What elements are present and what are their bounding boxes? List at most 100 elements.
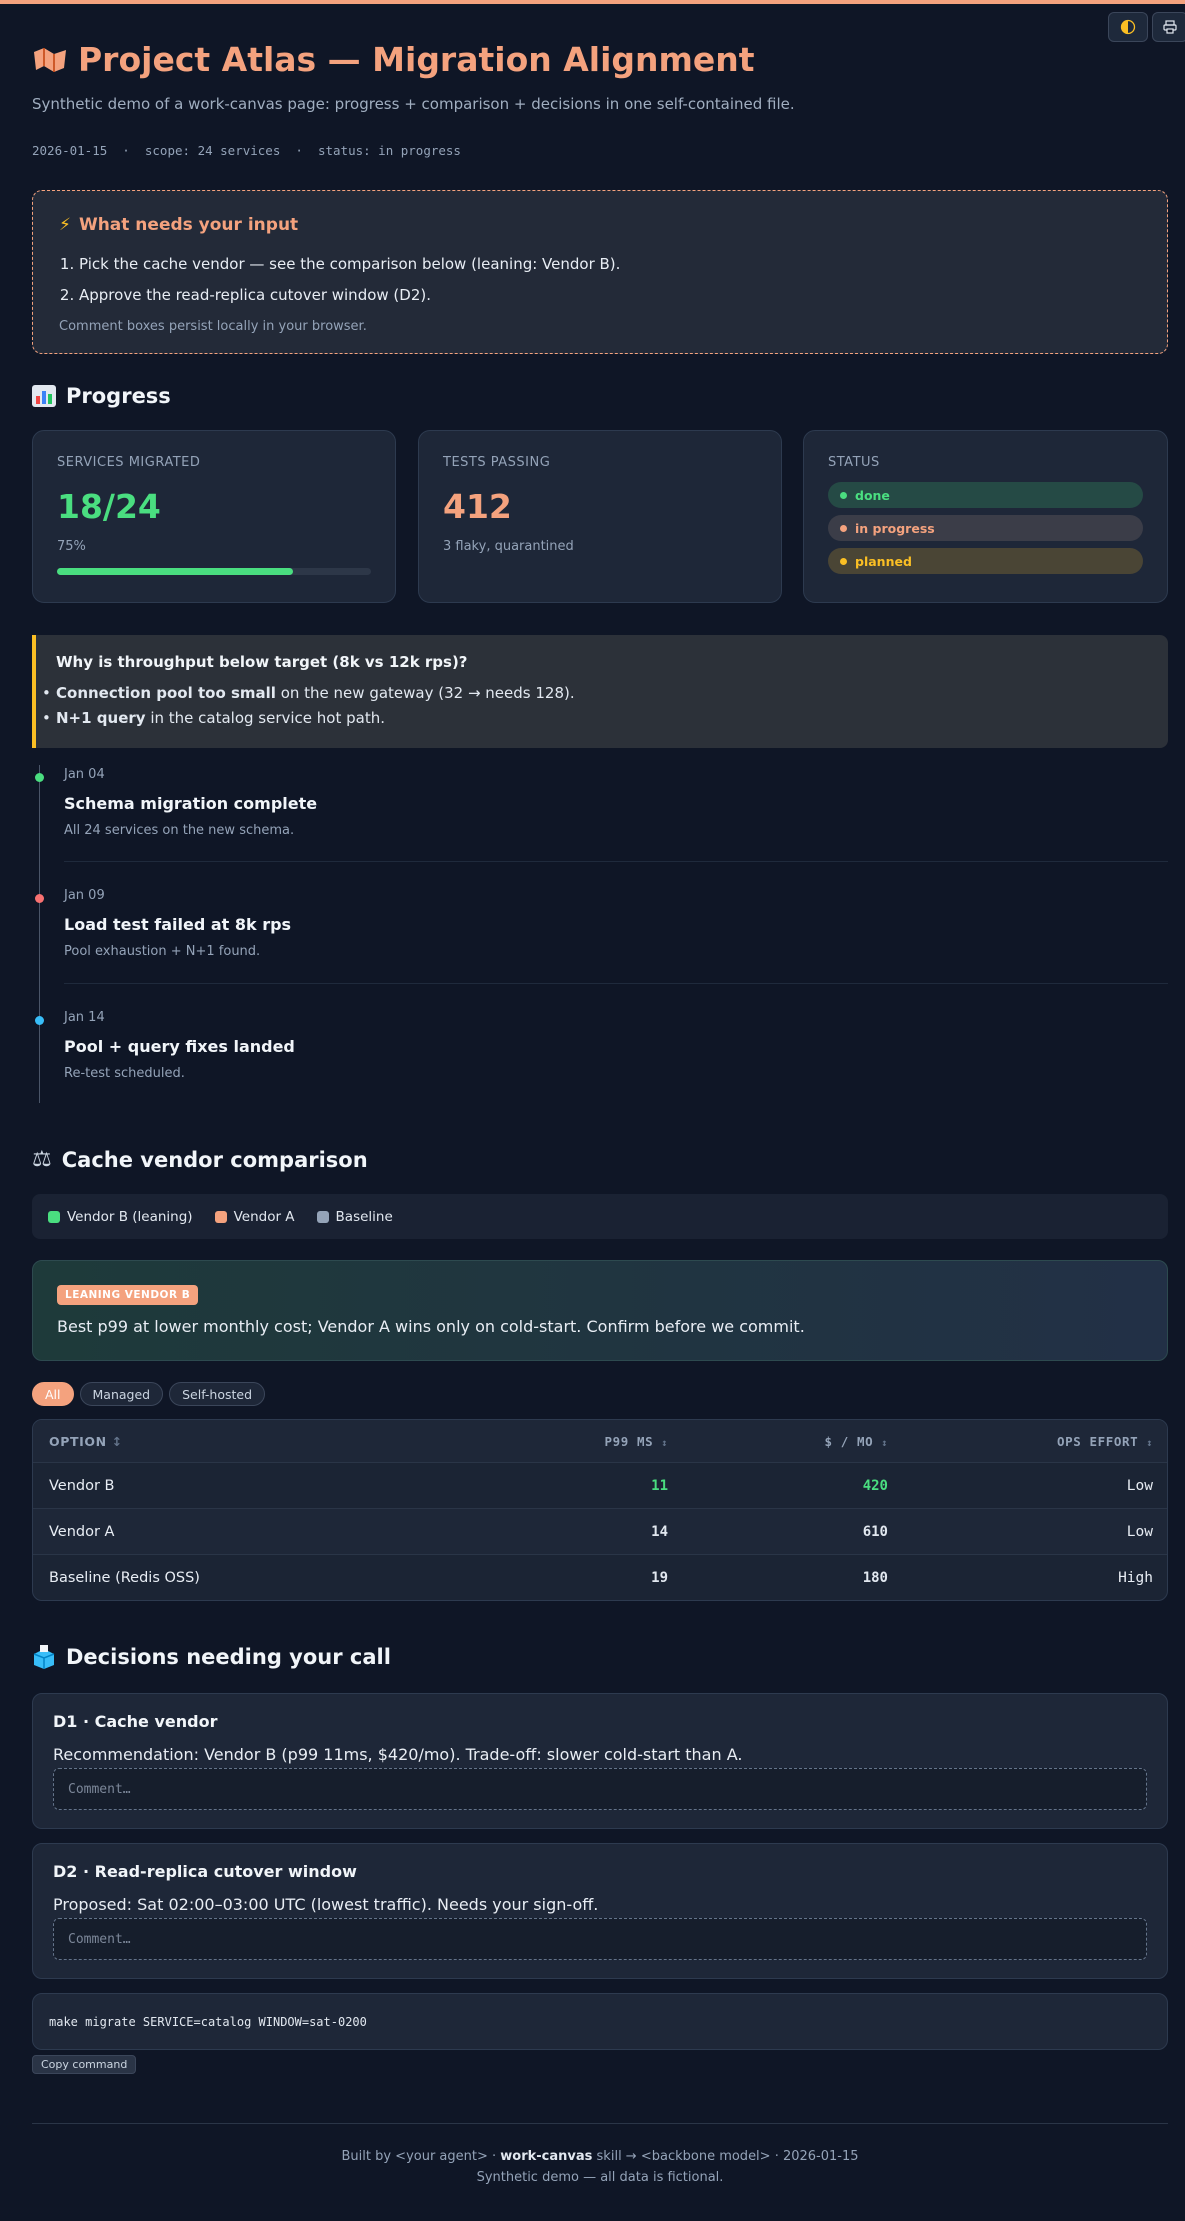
cell-cost: 420 xyxy=(862,1477,888,1494)
input-note: Comment boxes persist locally in your br… xyxy=(59,319,367,334)
progress-bar xyxy=(57,568,371,575)
cause-item: N+1 query in the catalog service hot pat… xyxy=(42,706,1148,731)
ballot-box-icon xyxy=(33,1645,55,1669)
table-row: Vendor B 11 420 Low xyxy=(33,1463,1167,1509)
timeline-dot xyxy=(35,894,44,903)
timeline-dot xyxy=(35,773,44,782)
tests-passing-note: 3 flaky, quarantined xyxy=(443,539,574,554)
cell-cost: 180 xyxy=(862,1570,888,1586)
decisions-heading: Decisions needing your call xyxy=(32,1645,391,1669)
sort-icon: ↕ xyxy=(661,1437,668,1449)
timeline-item: Jan 14 Pool + query fixes landed Re-test… xyxy=(64,1010,1168,1081)
status-pill-label: done xyxy=(855,487,890,503)
column-header-p99[interactable]: P99 MS ↕ xyxy=(433,1434,668,1449)
timeline-desc: Re-test scheduled. xyxy=(64,1066,185,1081)
legend-swatch xyxy=(48,1210,60,1223)
cause-item: Connection pool too small on the new gat… xyxy=(42,681,1148,706)
cause-bold: Connection pool too small xyxy=(56,684,276,702)
cause-text: on the new gateway (32 → needs 128). xyxy=(275,684,575,702)
services-migrated-percent: 75% xyxy=(57,539,86,554)
print-button[interactable] xyxy=(1152,12,1185,42)
comparison-heading: ⚖ Cache vendor comparison xyxy=(32,1147,368,1172)
input-item: Approve the read-replica cutover window … xyxy=(79,280,1141,311)
timeline-date: Jan 09 xyxy=(64,888,105,903)
progress-heading: Progress xyxy=(32,384,171,408)
decision-card: D2 · Read-replica cutover window Propose… xyxy=(32,1843,1168,1979)
column-label: P99 MS xyxy=(604,1433,654,1449)
status-pill-label: in progress xyxy=(855,520,935,536)
timeline-desc: All 24 services on the new schema. xyxy=(64,823,295,838)
input-needed-callout: ⚡ What needs your input Pick the cache v… xyxy=(32,190,1168,354)
cell-ops-effort: High xyxy=(1118,1570,1153,1586)
status-dot xyxy=(840,557,847,565)
column-header-option[interactable]: OPTION ↕ xyxy=(33,1434,433,1449)
decision-title: D1 · Cache vendor xyxy=(53,1712,218,1731)
column-label: OPTION xyxy=(49,1433,107,1449)
page-title-text: Project Atlas — Migration Alignment xyxy=(78,40,755,79)
timeline-date: Jan 14 xyxy=(64,1010,105,1025)
column-header-ops-effort[interactable]: OPS EFFORT ↕ xyxy=(888,1434,1153,1449)
cell-option: Baseline (Redis OSS) xyxy=(49,1570,200,1586)
top-accent-bar xyxy=(0,0,1185,4)
leaning-badge: LEANING VENDOR B xyxy=(57,1285,199,1305)
cell-ops-effort: Low xyxy=(1126,1523,1153,1540)
comparison-heading-text: Cache vendor comparison xyxy=(61,1147,368,1172)
status-dot xyxy=(840,491,847,499)
cell-p99: 19 xyxy=(651,1570,668,1586)
comment-input[interactable]: Comment… xyxy=(53,1768,1147,1810)
cell-ops-effort: Low xyxy=(1126,1477,1153,1494)
throughput-callout: Why is throughput below target (8k vs 12… xyxy=(32,635,1168,748)
legend-item: Vendor B (leaning) xyxy=(48,1209,193,1225)
status-pill-planned: planned xyxy=(828,548,1143,574)
footer-text: skill → <backbone model> · 2026-01-15 xyxy=(592,2149,859,2164)
leaning-text: Best p99 at lower monthly cost; Vendor A… xyxy=(57,1317,805,1336)
timeline-title: Schema migration complete xyxy=(64,794,318,813)
comment-input[interactable]: Comment… xyxy=(53,1918,1147,1960)
legend-item: Baseline xyxy=(316,1208,393,1225)
command-block: make migrate SERVICE=catalog WINDOW=sat-… xyxy=(32,1993,1168,2050)
legend-label: Baseline xyxy=(335,1208,393,1225)
theme-toggle-button[interactable] xyxy=(1108,12,1148,42)
decision-text: Recommendation: Vendor B (p99 11ms, $420… xyxy=(53,1745,743,1764)
timeline-title: Pool + query fixes landed xyxy=(64,1037,295,1056)
leaning-callout: LEANING VENDOR B Best p99 at lower month… xyxy=(32,1260,1168,1361)
comparison-legend: Vendor B (leaning) Vendor A Baseline xyxy=(32,1194,1168,1239)
footer-disclaimer: Synthetic demo — all data is fictional. xyxy=(476,2170,724,2185)
filter-managed-button[interactable]: Managed xyxy=(79,1382,164,1406)
tests-passing-value: 412 xyxy=(443,487,512,526)
lightning-icon: ⚡ xyxy=(59,215,71,235)
cell-cost: 610 xyxy=(862,1523,888,1540)
status-card: STATUS done in progress planned xyxy=(803,430,1168,603)
sort-icon: ↕ xyxy=(881,1437,888,1449)
filter-self-hosted-button[interactable]: Self-hosted xyxy=(169,1382,266,1406)
scales-icon: ⚖ xyxy=(32,1147,52,1172)
footer-credit: Built by <your agent> · work-canvas skil… xyxy=(32,2149,1168,2164)
table-header-row: OPTION ↕ P99 MS ↕ $ / MO ↕ OPS EFFORT ↕ xyxy=(33,1420,1167,1463)
status-pill-done: done xyxy=(828,482,1143,508)
input-list: Pick the cache vendor — see the comparis… xyxy=(59,249,1141,311)
page-meta: 2026-01-15 · scope: 24 services · status… xyxy=(32,143,461,158)
decision-title: D2 · Read-replica cutover window xyxy=(53,1862,357,1881)
input-item: Pick the cache vendor — see the comparis… xyxy=(79,249,1141,280)
timeline-item: Jan 04 Schema migration complete All 24 … xyxy=(64,767,1168,838)
progress-heading-text: Progress xyxy=(66,384,171,408)
cell-option: Vendor B xyxy=(49,1477,115,1494)
sort-icon: ↕ xyxy=(1146,1437,1153,1449)
timeline-dot xyxy=(35,1016,44,1025)
map-icon xyxy=(34,47,66,72)
throughput-callout-title: Why is throughput below target (8k vs 12… xyxy=(56,653,468,671)
filter-all-button[interactable]: All xyxy=(32,1382,74,1406)
throughput-causes-list: Connection pool too small on the new gat… xyxy=(42,681,1148,731)
legend-swatch xyxy=(214,1210,227,1223)
filter-group: All Managed Self-hosted xyxy=(32,1382,266,1406)
footer-skill-name: work-canvas xyxy=(500,2149,593,2164)
tests-passing-card: TESTS PASSING 412 3 flaky, quarantined xyxy=(418,430,782,603)
footer-divider xyxy=(32,2123,1168,2124)
table-row: Baseline (Redis OSS) 19 180 High xyxy=(33,1555,1167,1600)
timeline-divider xyxy=(64,861,1168,862)
comparison-table: OPTION ↕ P99 MS ↕ $ / MO ↕ OPS EFFORT ↕ … xyxy=(32,1419,1168,1601)
copy-command-button[interactable]: Copy command xyxy=(32,2055,137,2074)
decision-card: D1 · Cache vendor Recommendation: Vendor… xyxy=(32,1693,1168,1829)
column-header-cost[interactable]: $ / MO ↕ xyxy=(668,1434,888,1449)
card-label: SERVICES MIGRATED xyxy=(57,455,201,470)
